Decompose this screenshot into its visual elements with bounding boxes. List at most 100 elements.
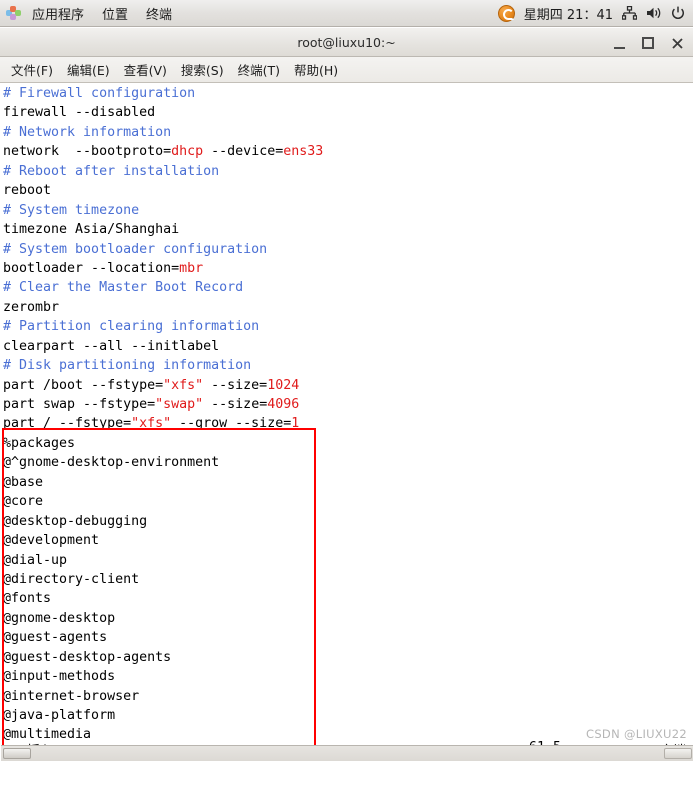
terminal-text-span: zerombr bbox=[3, 299, 60, 315]
terminal-text-span: @^gnome-desktop-environment bbox=[3, 455, 220, 471]
panel-menu-terminal[interactable]: 终端 bbox=[137, 1, 181, 26]
terminal-text-span: # System bootloader configuration bbox=[3, 241, 268, 257]
terminal-text-span: # Firewall configuration bbox=[3, 86, 196, 101]
terminal-text-span: --size= bbox=[203, 377, 268, 393]
terminal-line: firewall --disabled bbox=[3, 103, 323, 122]
terminal-text-span: @development bbox=[3, 533, 100, 549]
terminal-text-span: @base bbox=[3, 474, 44, 490]
terminal-line: @base bbox=[3, 473, 323, 492]
panel-left-group: 应用程序 位置 终端 bbox=[0, 1, 181, 26]
terminal-line: part /boot --fstype="xfs" --size=1024 bbox=[3, 376, 323, 395]
terminal-text-span: # Reboot after installation bbox=[3, 163, 220, 179]
terminal-text-span: # Network information bbox=[3, 124, 172, 140]
watermark-text: CSDN @LIUXU22 bbox=[586, 727, 687, 741]
speaker-volume-icon[interactable] bbox=[646, 6, 662, 20]
terminal-line: @guest-agents bbox=[3, 628, 323, 647]
terminal-line: @input-methods bbox=[3, 667, 323, 686]
terminal-text-span: @input-methods bbox=[3, 669, 116, 685]
terminal-text-span: @core bbox=[3, 494, 44, 510]
terminal-line: @desktop-debugging bbox=[3, 512, 323, 531]
terminal-text-span: --device= bbox=[203, 144, 284, 160]
menu-file[interactable]: 文件(F) bbox=[4, 57, 60, 82]
menu-search[interactable]: 搜索(S) bbox=[174, 57, 231, 82]
terminal-text-span: @fonts bbox=[3, 591, 52, 607]
panel-clock[interactable]: 星期四 21：41 bbox=[524, 4, 613, 23]
panel-menu-applications[interactable]: 应用程序 bbox=[23, 1, 93, 26]
window-controls bbox=[611, 28, 685, 58]
terminal-line: @java-platform bbox=[3, 706, 323, 725]
terminal-line: zerombr bbox=[3, 298, 323, 317]
terminal-text-span: # Partition clearing information bbox=[3, 319, 260, 335]
horizontal-scrollbar[interactable] bbox=[1, 745, 693, 761]
terminal-text-span: part /boot --fstype= bbox=[3, 377, 164, 393]
terminal-text-span: @java-platform bbox=[3, 708, 116, 723]
terminal-text-span: @guest-desktop-agents bbox=[3, 649, 172, 665]
menu-terminal[interactable]: 终端(T) bbox=[231, 57, 287, 82]
close-icon[interactable] bbox=[669, 35, 685, 51]
terminal-line: # Clear the Master Boot Record bbox=[3, 278, 323, 297]
panel-menu-places[interactable]: 位置 bbox=[93, 1, 137, 26]
terminal-text-span: @directory-client bbox=[3, 571, 140, 587]
terminal-text-span: @internet-browser bbox=[3, 688, 140, 704]
menu-edit[interactable]: 编辑(E) bbox=[60, 57, 117, 82]
terminal-text-span: --size= bbox=[203, 397, 268, 412]
terminal-text-span: timezone Asia/Shanghai bbox=[3, 222, 180, 238]
fedora-logo-icon[interactable] bbox=[497, 4, 515, 22]
terminal-line: @directory-client bbox=[3, 570, 323, 589]
maximize-icon[interactable] bbox=[640, 35, 656, 51]
terminal-text-span: reboot bbox=[3, 183, 52, 199]
terminal-line: # Firewall configuration bbox=[3, 84, 323, 103]
terminal-line: # System timezone bbox=[3, 201, 323, 220]
terminal-text-span: 1024 bbox=[267, 377, 300, 393]
scrollbar-thumb[interactable] bbox=[3, 748, 31, 759]
terminal-line: @development bbox=[3, 531, 323, 550]
terminal-line: clearpart --all --initlabel bbox=[3, 337, 323, 356]
terminal-text-span: # System timezone bbox=[3, 202, 140, 218]
terminal-text-span: @gnome-desktop bbox=[3, 610, 116, 626]
terminal-text-span: @desktop-debugging bbox=[3, 513, 148, 529]
vim-editor-text: # Firewall configuration firewall --disab… bbox=[3, 84, 323, 761]
menu-help[interactable]: 帮助(H) bbox=[287, 57, 345, 82]
terminal-line: # Network information bbox=[3, 123, 323, 142]
terminal-text-span: --grow --size= bbox=[171, 416, 292, 432]
terminal-text-span: mbr bbox=[179, 260, 204, 276]
minimize-icon[interactable] bbox=[611, 35, 627, 51]
terminal-line: @internet-browser bbox=[3, 687, 323, 706]
terminal-line: reboot bbox=[3, 181, 323, 200]
terminal-line: @dial-up bbox=[3, 551, 323, 570]
network-wired-icon[interactable] bbox=[622, 6, 637, 20]
terminal-text-span: part swap --fstype= bbox=[3, 397, 156, 412]
terminal-line: # Reboot after installation bbox=[3, 162, 323, 181]
menu-view[interactable]: 查看(V) bbox=[117, 57, 174, 82]
terminal-text-span: network --bootproto= bbox=[3, 144, 172, 160]
terminal-line: part swap --fstype="swap" --size=4096 bbox=[3, 395, 323, 414]
terminal-line: @fonts bbox=[3, 589, 323, 608]
terminal-line: network --bootproto=dhcp --device=ens33 bbox=[3, 142, 323, 161]
terminal-line: @gnome-desktop bbox=[3, 609, 323, 628]
terminal-text-span: bootloader --location= bbox=[3, 260, 180, 276]
panel-right-group: 星期四 21：41 bbox=[497, 4, 693, 23]
terminal-line: %packages bbox=[3, 434, 323, 453]
applications-grid-icon[interactable] bbox=[6, 5, 21, 21]
scrollbar-right-button[interactable] bbox=[664, 748, 692, 759]
gnome-top-panel: 应用程序 位置 终端 星期四 21：41 bbox=[0, 0, 693, 27]
power-button-icon[interactable] bbox=[671, 6, 685, 20]
terminal-text-span: %packages bbox=[3, 435, 76, 451]
terminal-text-span: @guest-agents bbox=[3, 630, 108, 646]
terminal-text-span: clearpart --all --initlabel bbox=[3, 338, 220, 354]
terminal-text-span: "xfs" bbox=[131, 416, 172, 432]
terminal-line: timezone Asia/Shanghai bbox=[3, 220, 323, 239]
terminal-line: @^gnome-desktop-environment bbox=[3, 453, 323, 472]
terminal-line: # Disk partitioning information bbox=[3, 356, 323, 375]
terminal-line: # Partition clearing information bbox=[3, 317, 323, 336]
terminal-line: @guest-desktop-agents bbox=[3, 648, 323, 667]
terminal-text-span: "swap" bbox=[155, 397, 204, 412]
terminal-text-span: "xfs" bbox=[163, 377, 204, 393]
terminal-window: root@liuxu10:~ 文件(F) 编辑(E) 查看(V) 搜索(S) 终… bbox=[0, 27, 693, 787]
window-title-bar[interactable]: root@liuxu10:~ bbox=[0, 27, 693, 57]
terminal-text-span: @dial-up bbox=[3, 552, 68, 568]
terminal-text-span: # Disk partitioning information bbox=[3, 358, 252, 374]
terminal-text-span: part / --fstype= bbox=[3, 416, 132, 432]
terminal-content-area[interactable]: # Firewall configuration firewall --disab… bbox=[0, 83, 693, 761]
terminal-text-span: # Clear the Master Boot Record bbox=[3, 280, 244, 296]
